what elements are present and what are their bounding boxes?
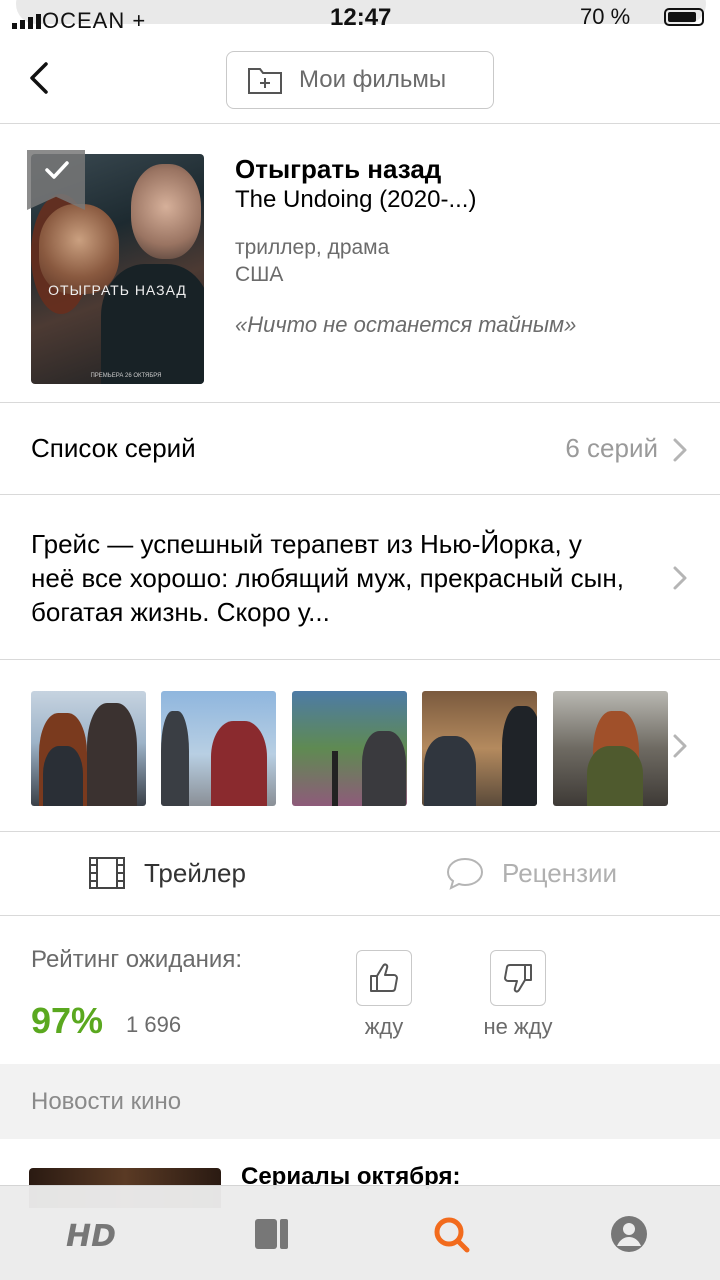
description-row[interactable]: Грейс — успешный терапевт из Нью-Йорка, … — [0, 495, 720, 660]
rating-percent: 97% — [31, 1000, 104, 1041]
news-section-label: Новости кино — [31, 1088, 182, 1115]
trailer-button[interactable]: Трейлер — [88, 856, 246, 890]
tab-profile[interactable] — [604, 1212, 654, 1256]
trailer-label: Трейлер — [144, 857, 246, 888]
not-want-button[interactable] — [490, 950, 546, 1006]
still-image[interactable] — [31, 691, 146, 806]
movie-original-title: The Undoing (2020-...) — [235, 186, 477, 213]
chevron-left-icon — [30, 62, 48, 94]
movie-tagline: «Ничто не останется тайным» — [235, 312, 577, 337]
tab-search[interactable] — [426, 1212, 476, 1256]
checkmark-icon — [45, 161, 69, 179]
reviews-label: Рецензии — [502, 857, 618, 888]
my-films-button[interactable]: Мои фильмы — [226, 51, 494, 109]
still-image[interactable] — [292, 691, 407, 806]
status-bar: OCEAN + 12:47 70 % — [0, 0, 720, 36]
tab-bar: HD — [0, 1185, 720, 1280]
reviews-button[interactable]: Рецензии — [446, 856, 617, 890]
speech-bubble-icon — [446, 857, 484, 890]
chevron-right-icon — [673, 438, 687, 462]
want-label: жду — [364, 1014, 404, 1039]
profile-icon — [611, 1216, 647, 1252]
thumbs-down-icon — [504, 964, 532, 993]
stills-row — [0, 660, 720, 832]
tab-catalog[interactable] — [246, 1212, 296, 1256]
actions-row: Трейлер Рецензии — [0, 832, 720, 916]
movie-country: США — [235, 263, 284, 286]
chevron-right-icon — [673, 734, 687, 758]
status-time: 12:47 — [330, 4, 392, 31]
episode-list-row[interactable]: Список серий 6 серий — [0, 403, 720, 495]
chevron-right-icon — [673, 566, 687, 590]
still-image[interactable] — [553, 691, 668, 806]
poster-title: ОТЫГРАТЬ НАЗАД — [48, 282, 187, 298]
rating-votes: 1 696 — [126, 1012, 182, 1037]
tab-hd[interactable]: HD — [64, 1212, 116, 1256]
movie-info: ОТЫГРАТЬ НАЗАД ПРЕМЬЕРА 26 ОКТЯБРЯ Отыгр… — [0, 124, 720, 403]
still-image[interactable] — [422, 691, 537, 806]
film-strip-icon — [89, 857, 125, 889]
signal-icon — [12, 14, 41, 29]
folder-plus-icon — [248, 68, 282, 94]
still-image[interactable] — [161, 691, 276, 806]
hd-icon: HD — [66, 1219, 116, 1252]
thumbs-up-icon — [370, 963, 398, 992]
battery-icon — [664, 8, 704, 26]
want-button[interactable] — [356, 950, 412, 1006]
carrier-label: OCEAN + — [42, 8, 147, 33]
header: Мои фильмы — [0, 36, 720, 124]
episode-list-label: Список серий — [31, 433, 196, 463]
battery-percent: 70 % — [580, 4, 631, 29]
book-icon — [255, 1219, 288, 1249]
search-icon — [434, 1217, 470, 1253]
expectation-rating: Рейтинг ожидания: 97% 1 696 жду не жду — [0, 916, 720, 1064]
movie-title: Отыграть назад — [235, 154, 442, 184]
rating-label: Рейтинг ожидания: — [31, 946, 242, 973]
not-want-label: не жду — [483, 1014, 553, 1039]
news-section-header: Новости кино — [0, 1064, 720, 1139]
svg-text:HD: HD — [66, 1219, 116, 1252]
episode-count: 6 серий — [565, 433, 658, 463]
movie-genres: триллер, драма — [235, 236, 390, 259]
back-button[interactable] — [20, 58, 60, 98]
description-text: Грейс — успешный терапевт из Нью-Йорка, … — [31, 529, 624, 627]
my-films-label: Мои фильмы — [299, 66, 447, 93]
poster-premiere: ПРЕМЬЕРА 26 ОКТЯБРЯ — [90, 373, 162, 379]
